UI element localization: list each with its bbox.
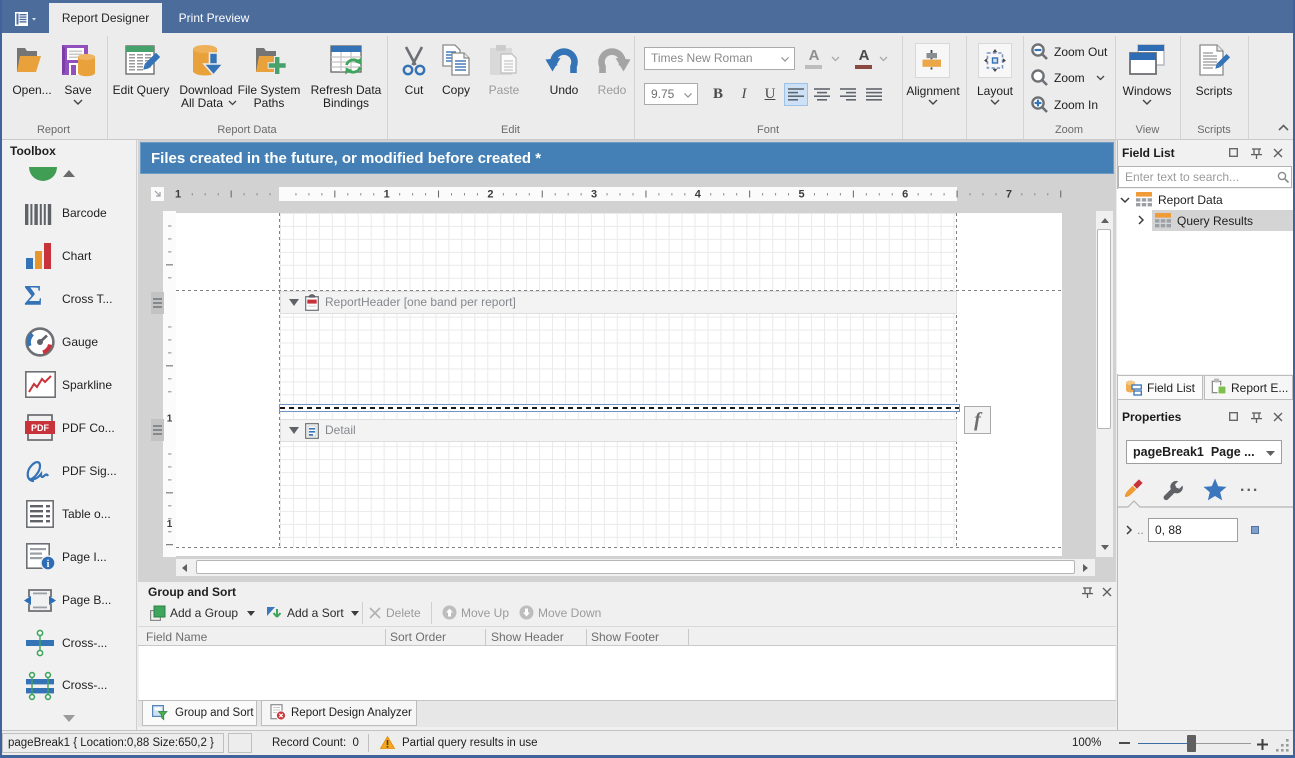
- svg-text:4: 4: [695, 189, 702, 201]
- svg-text:1: 1: [384, 189, 390, 201]
- svg-text:6: 6: [902, 189, 908, 201]
- svg-text:PDF: PDF: [31, 423, 50, 433]
- svg-text:2: 2: [487, 189, 493, 201]
- svg-text:1: 1: [167, 414, 173, 425]
- svg-text:3: 3: [591, 189, 597, 201]
- svg-text:i: i: [47, 559, 50, 570]
- svg-text:5: 5: [798, 189, 804, 201]
- svg-text:1: 1: [175, 189, 181, 201]
- svg-text:7: 7: [1006, 189, 1012, 201]
- svg-text:1: 1: [167, 519, 173, 530]
